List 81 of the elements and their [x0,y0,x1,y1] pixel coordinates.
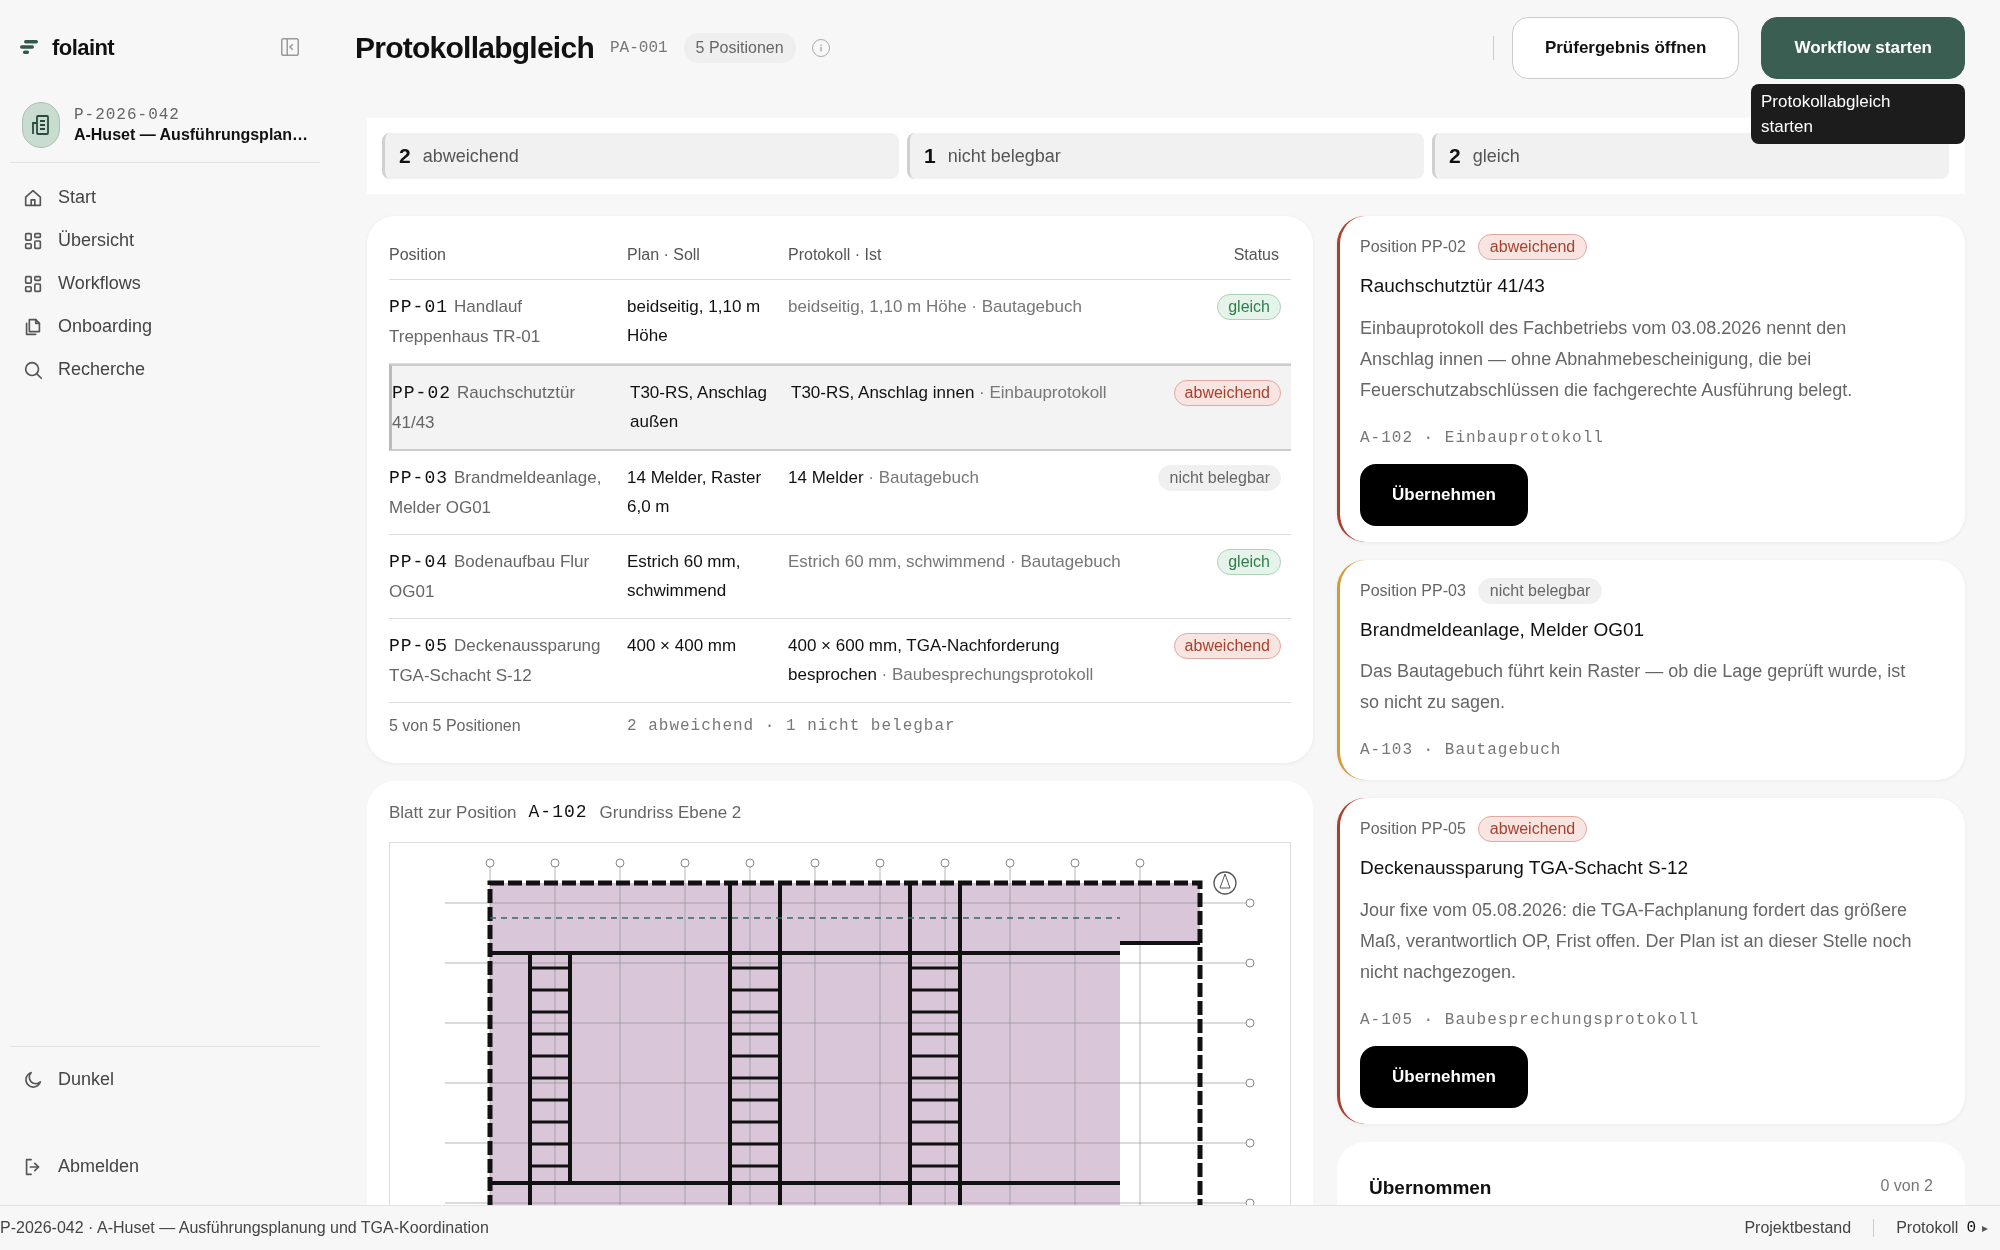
status-badge: gleich [1217,294,1281,320]
plan-cell-text: 14 Melder, Raster 6,0 m [627,467,763,518]
protocol-cell-text: beidseitig, 1,10 m Höhe · Bautagebuch [788,296,1083,318]
status-badge: nicht belegbar [1158,465,1281,491]
sheet-title: Grundriss Ebene 2 [599,801,742,824]
project-code: P-2026-042 [73,105,181,125]
finding-position: Position PP-05 [1360,819,1466,839]
summary-label: gleich [1472,144,1520,168]
finding-reference: A-105 · Baubesprechungsprotokoll [1360,1009,1701,1031]
status-badge: abweichend [1477,816,1588,842]
plan-cell-text: T30-RS, Anschlag außen [630,382,768,433]
nav-item[interactable]: Onboarding [10,308,320,345]
summary-label: nicht belegbar [947,144,1061,168]
workflow-start-button[interactable]: Workflow starten [1761,16,1965,79]
position-cell-text: PP-03 Brandmeldeanlage, Melder OG01 [389,467,603,519]
accepted-count: 0 von 2 [1880,1175,1933,1196]
accept-button[interactable]: Übernehmen [1360,1045,1528,1108]
nav-item[interactable]: Übersicht [10,222,320,259]
open-result-button[interactable]: Prüfergebnis öffnen [1511,16,1740,79]
finding-title: Brandmeldeanlage, Melder OG01 [1360,617,1646,642]
finding-text: Das Bautagebuch führt kein Raster — ob die Lage geprüft wurde, ist so nicht zu sagen. [1360,660,1907,714]
finding-title: Rauchschutztür 41/43 [1360,274,1546,298]
column-header: Position [389,244,447,265]
page-code: PA-001 [609,37,668,59]
protocol-cell-text: T30-RS, Anschlag innen · Einbauprotokoll [791,382,1108,404]
collapse-sidebar-button[interactable] [278,35,302,59]
status-summary: 2 abweichend · 1 nicht belegbar [627,716,957,737]
expand-arrow-button[interactable]: ▸ [1982,1219,1988,1237]
accept-button[interactable]: Übernehmen [1360,463,1528,526]
brand-name: folaint [52,33,115,62]
sidebar-footer-item[interactable]: Dunkel [10,1061,320,1098]
sidebar-footer-item[interactable]: Abmelden [10,1148,320,1185]
position-cell-text: PP-01 Handlauf Treppenhaus TR-01 [389,296,542,348]
status-link[interactable]: Projektbestand [1744,1216,1852,1240]
status-badge: abweichend [1477,234,1588,260]
finding-text: Einbauprotokoll des Fachbetriebs vom 03.08.2026 nennt den Anschlag innen — ohne Abnahmebescheinigung, die bei Feuerschutzabschlüssen die fachgerechte Ausführung belegt. [1360,316,1854,402]
protocol-cell-text: 400 × 600 mm, TGA-Nachforderung besprochen · Baubesprechungsprotokoll [788,635,1095,686]
sheet-label: Blatt zur Position [389,801,517,824]
logo-icon [20,40,38,54]
status-badge: gleich [1217,549,1281,575]
protocol-cell-text: Estrich 60 mm, schwimmend · Bautagebuch [788,551,1122,573]
position-cell-text: PP-04 Bodenaufbau Flur OG01 [389,551,591,603]
summary-count: 1 [924,143,936,170]
row-count: 5 von 5 Positionen [389,716,522,736]
nav-item[interactable]: Start [10,179,320,216]
finding-position: Position PP-03 [1360,580,1466,601]
column-header: Protokoll · Ist [788,244,883,265]
status-badge: abweichend [1173,380,1281,406]
accepted-title: Übernommen [1369,1175,1492,1200]
position-count-badge: 5 Positionen [683,32,796,63]
finding-reference: A-103 · Bautagebuch [1360,740,1563,761]
status-badge: nicht belegbar [1477,577,1603,604]
finding-reference: A-102 · Einbauprotokoll [1360,427,1605,449]
position-cell-text: PP-05 Deckenaussparung TGA-Schacht S-12 [389,635,602,687]
column-header: Status [1232,244,1280,265]
table-row[interactable]: PP-02 Rauchschutztür 41/43 T30-RS, Anschlag außen T30-RS, Anschlag innen · Einbauprotokoll abweichend [389,364,1291,451]
page-title: Protokollabgleich [355,30,594,66]
summary-count: 2 [399,143,411,170]
tooltip: Protokollabgleich starten [1751,84,1965,144]
status-project: P-2026-042 · A-Huset — Ausführungsplanung und TGA-Koordination [0,1218,490,1238]
sheet-code: A-102 [528,801,588,824]
nav-item[interactable]: Recherche [10,351,320,388]
position-cell-text: PP-02 Rauchschutztür 41/43 [392,382,577,434]
finding-title: Deckenaussparung TGA-Schacht S-12 [1360,856,1690,880]
summary-label: abweichend [422,144,519,168]
project-name: A-Huset — Ausführungsplan… [73,125,308,145]
plan-cell-text: beidseitig, 1,10 m Höhe [627,296,762,347]
status-counter: 0 [1966,1218,1976,1239]
table-row[interactable]: PP-05 Deckenaussparung TGA-Schacht S-12 400 × 400 mm 400 × 600 mm, TGA-Nachforderung besprochen · Baubesprechungsprotokoll abweichend [389,619,1291,703]
summary-count: 2 [1449,143,1461,170]
nav-item[interactable]: Workflows [10,265,320,302]
finding-text: Jour fixe vom 05.08.2026: die TGA-Fachplanung fordert das größere Maß, verantwortlich OP, Frist offen. Der Plan ist an dieser Stelle noch nicht nachgezogen. [1360,898,1913,984]
finding-position: Position PP-02 [1360,237,1466,257]
column-header: Plan · Soll [627,244,701,265]
protocol-cell-text: 14 Melder · Bautagebuch [788,467,980,489]
table-row[interactable]: PP-03 Brandmeldeanlage, Melder OG01 14 Melder, Raster 6,0 m 14 Melder · Bautagebuch nicht belegbar [389,451,1291,535]
table-row[interactable]: PP-04 Bodenaufbau Flur OG01 Estrich 60 mm, schwimmend Estrich 60 mm, schwimmend · Bautagebuch gleich [389,535,1291,619]
plan-cell-text: Estrich 60 mm, schwimmend [627,551,742,602]
status-link[interactable]: Protokoll [1896,1216,1959,1240]
plan-cell-text: 400 × 400 mm [627,635,738,657]
status-badge: abweichend [1173,633,1281,659]
